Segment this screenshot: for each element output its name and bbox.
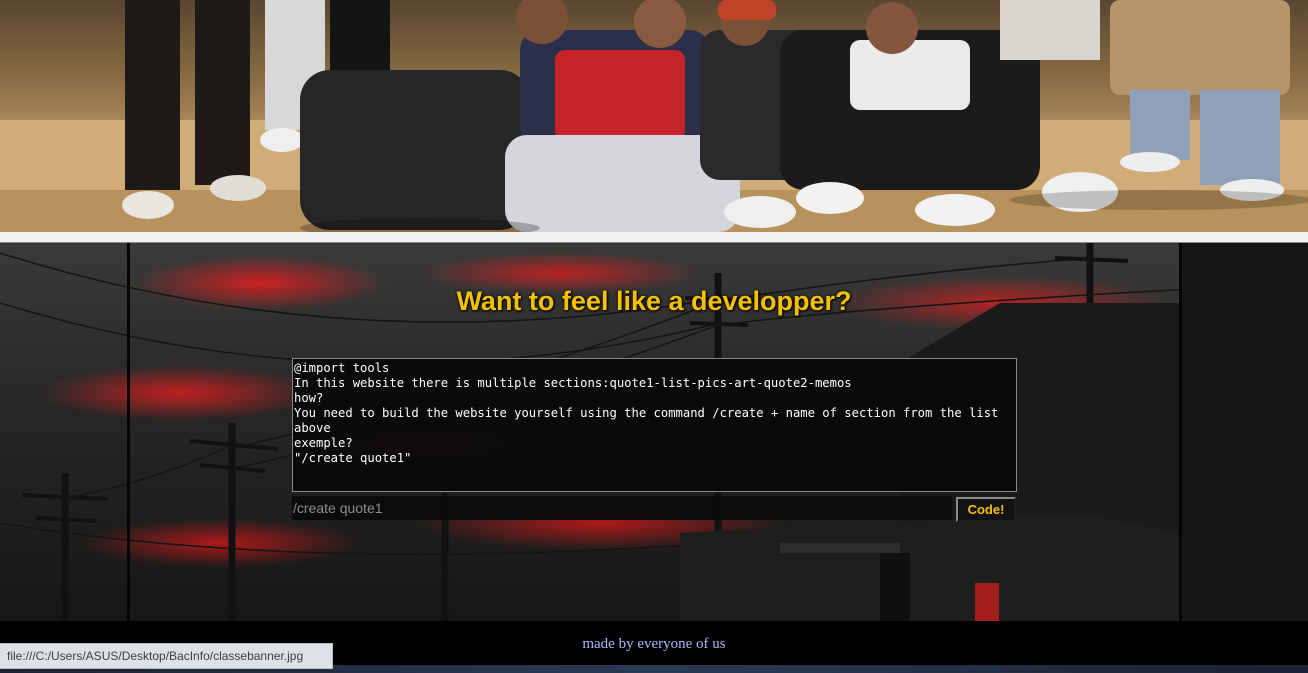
banner-image	[0, 0, 1308, 232]
browser-status-bar: file:///C:/Users/ASUS/Desktop/BacInfo/cl…	[0, 643, 333, 669]
code-button[interactable]: Code!	[956, 497, 1016, 522]
banner-divider	[0, 232, 1308, 243]
page: Want to feel like a developper? @import …	[0, 0, 1308, 673]
banner-photo-illustration	[0, 0, 1308, 232]
terminal-output[interactable]: @import tools In this website there is m…	[292, 358, 1017, 492]
developer-section-title: Want to feel like a developper?	[456, 286, 852, 316]
command-input[interactable]	[292, 496, 952, 520]
